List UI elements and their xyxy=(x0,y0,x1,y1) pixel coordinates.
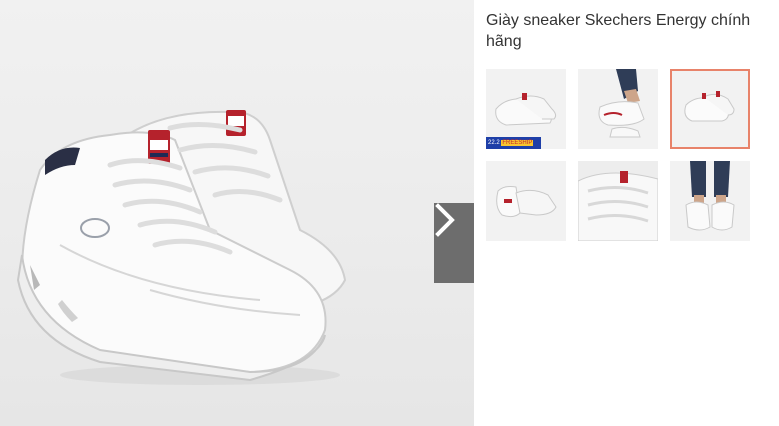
chevron-right-icon xyxy=(435,203,455,237)
promo-badge-date: 22.2 xyxy=(488,140,500,146)
promo-badge-text: FREESHIP xyxy=(501,140,534,146)
product-side-panel: Giày sneaker Skechers Energy chính hãng … xyxy=(474,0,779,426)
thumb-pair-back-image xyxy=(486,161,566,241)
thumb-pair-front-image xyxy=(672,71,748,147)
thumb-laces-closeup-image xyxy=(578,161,658,241)
thumb-worn-front-image xyxy=(670,161,750,241)
thumbnail-6[interactable] xyxy=(670,161,750,241)
thumbnail-3[interactable] xyxy=(670,69,750,149)
thumb-worn-legs-image xyxy=(578,69,658,149)
thumbnail-4[interactable] xyxy=(486,161,566,241)
thumbnail-2[interactable] xyxy=(578,69,658,149)
next-image-button[interactable] xyxy=(434,203,474,283)
promo-badge: 22.2 FREESHIP xyxy=(486,137,541,149)
product-title: Giày sneaker Skechers Energy chính hãng xyxy=(486,12,751,50)
main-product-image[interactable] xyxy=(0,0,474,426)
sneaker-pair-image xyxy=(16,110,347,385)
thumbnail-5[interactable] xyxy=(578,161,658,241)
thumbnail-1[interactable]: 22.2 FREESHIP xyxy=(486,69,566,149)
